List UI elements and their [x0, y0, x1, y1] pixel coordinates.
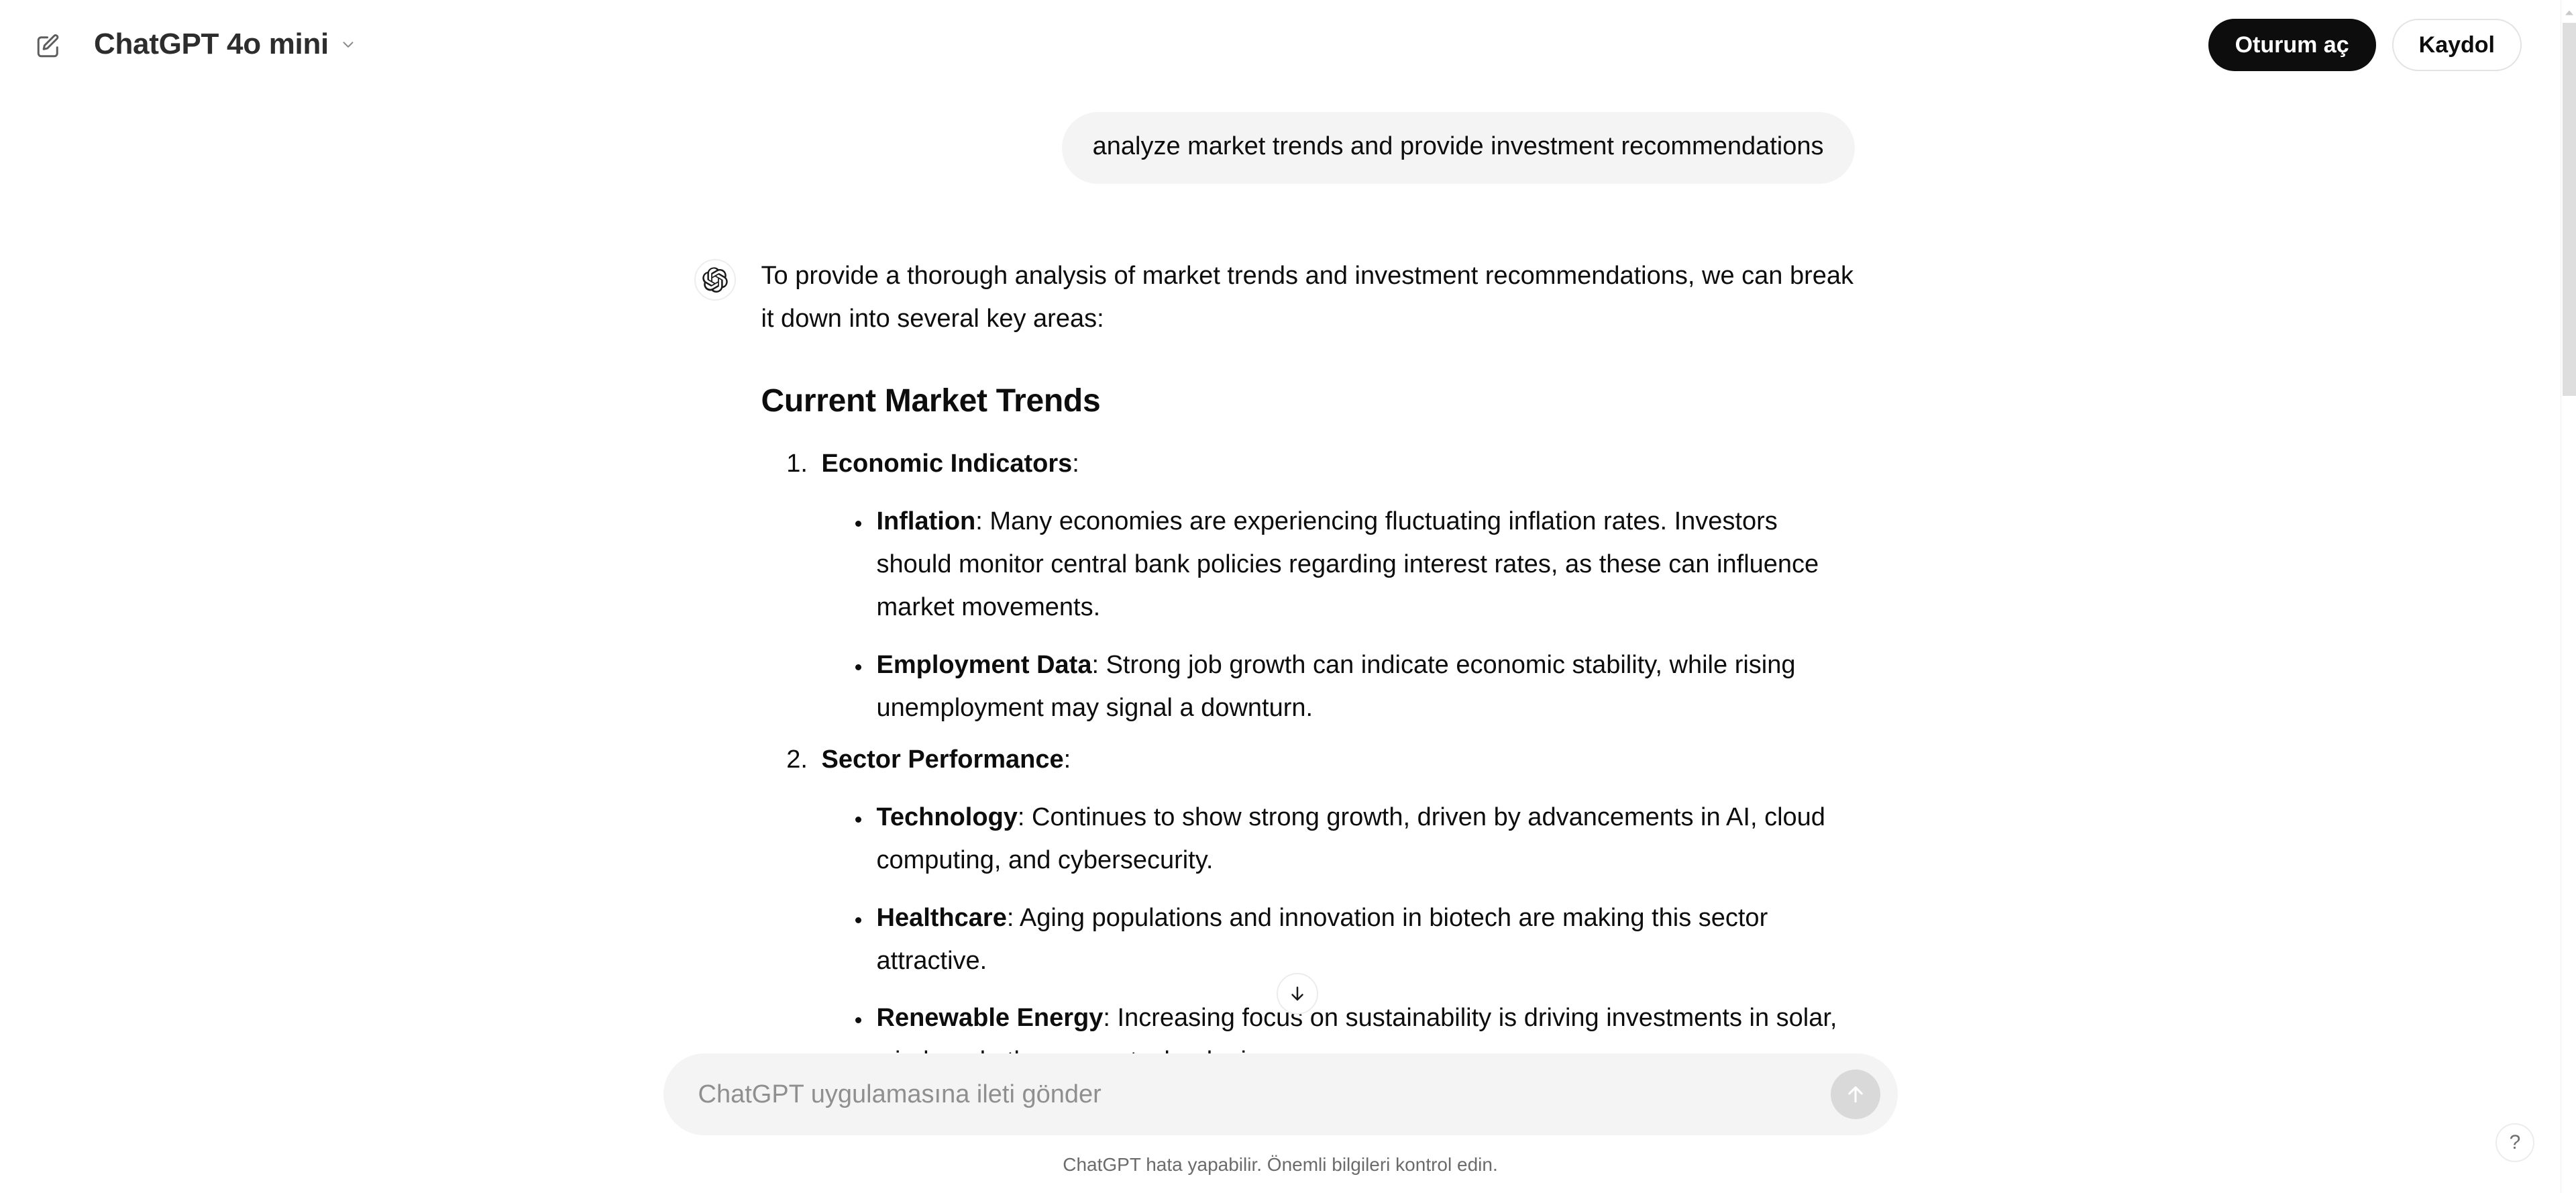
app-header: ChatGPT 4o mini Oturum aç Kaydol — [0, 0, 2561, 91]
composer-area: ChatGPT hata yapabilir. Önemli bilgileri… — [0, 1053, 2561, 1193]
bullet-text: : Many economies are experiencing fluctu… — [876, 507, 1819, 621]
list-item-title: Economic Indicators — [821, 450, 1073, 478]
chatgpt-window: ChatGPT 4o mini Oturum aç Kaydol analyze… — [0, 0, 2576, 1193]
page-scrollbar[interactable] — [2561, 0, 2576, 1193]
arrow-up-icon — [1847, 1086, 1863, 1103]
sector-performance-bullets: Technology: Continues to show strong gro… — [822, 796, 1855, 1077]
section-heading: Current Market Trends — [761, 382, 1101, 419]
bullet-term: Technology — [876, 803, 1018, 832]
list-item-economic-indicators: Economic Indicators: Inflation: Many eco… — [815, 443, 1855, 729]
bullet-text: : Continues to show strong growth, drive… — [876, 803, 1825, 874]
bullet-inflation: Inflation: Many economies are experienci… — [871, 501, 1855, 629]
economic-indicators-bullets: Inflation: Many economies are experienci… — [822, 501, 1855, 729]
model-name-label: ChatGPT 4o mini — [94, 27, 329, 60]
bullet-text: : Aging populations and innovation in bi… — [876, 903, 1768, 975]
arrow-down-icon — [1291, 986, 1303, 1001]
caret-up-icon — [2565, 10, 2573, 15]
bullet-healthcare: Healthcare: Aging populations and innova… — [871, 897, 1855, 983]
message-input[interactable] — [663, 1079, 1831, 1110]
new-chat-button[interactable] — [27, 23, 71, 68]
assistant-intro-paragraph: To provide a thorough analysis of market… — [761, 262, 1854, 333]
signup-button[interactable]: Kaydol — [2392, 19, 2522, 71]
list-item-title: Sector Performance — [821, 745, 1064, 774]
user-message-row: analyze market trends and provide invest… — [694, 112, 1855, 185]
list-item-colon: : — [1072, 450, 1079, 478]
list-item-colon: : — [1063, 745, 1071, 774]
bullet-term: Renewable Energy — [876, 1004, 1104, 1033]
header-right-group: Oturum aç Kaydol — [2208, 19, 2522, 71]
conversation-thread[interactable]: analyze market trends and provide invest… — [0, 91, 2561, 1077]
chevron-down-icon — [343, 41, 354, 48]
login-button[interactable]: Oturum aç — [2208, 19, 2376, 71]
assistant-message-body: To provide a thorough analysis of market… — [761, 255, 1855, 1077]
bullet-term: Healthcare — [876, 903, 1007, 932]
send-button[interactable] — [1830, 1070, 1880, 1119]
thread-inner: analyze market trends and provide invest… — [694, 91, 1855, 1077]
compose-icon — [37, 34, 59, 57]
assistant-avatar — [694, 259, 736, 301]
scroll-to-bottom-button[interactable] — [1277, 973, 1318, 1015]
header-left-group: ChatGPT 4o mini — [27, 22, 369, 69]
assistant-message-row: To provide a thorough analysis of market… — [694, 255, 1855, 1077]
disclaimer-text: ChatGPT hata yapabilir. Önemli bilgileri… — [1063, 1154, 1498, 1175]
user-message-bubble: analyze market trends and provide invest… — [1061, 112, 1855, 185]
bullet-technology: Technology: Continues to show strong gro… — [871, 796, 1855, 882]
composer[interactable] — [663, 1053, 1898, 1135]
list-item-sector-performance: Sector Performance: Technology: Continue… — [815, 739, 1855, 1077]
openai-logo-icon — [702, 267, 728, 293]
bullet-employment-data: Employment Data: Strong job growth can i… — [871, 644, 1855, 730]
scrollbar-up-arrow[interactable] — [2561, 5, 2576, 20]
scrollbar-thumb[interactable] — [2563, 23, 2576, 396]
bullet-term: Inflation — [876, 507, 976, 536]
model-selector[interactable]: ChatGPT 4o mini — [89, 22, 369, 69]
help-button[interactable]: ? — [2496, 1123, 2534, 1162]
bullet-term: Employment Data — [876, 650, 1092, 679]
